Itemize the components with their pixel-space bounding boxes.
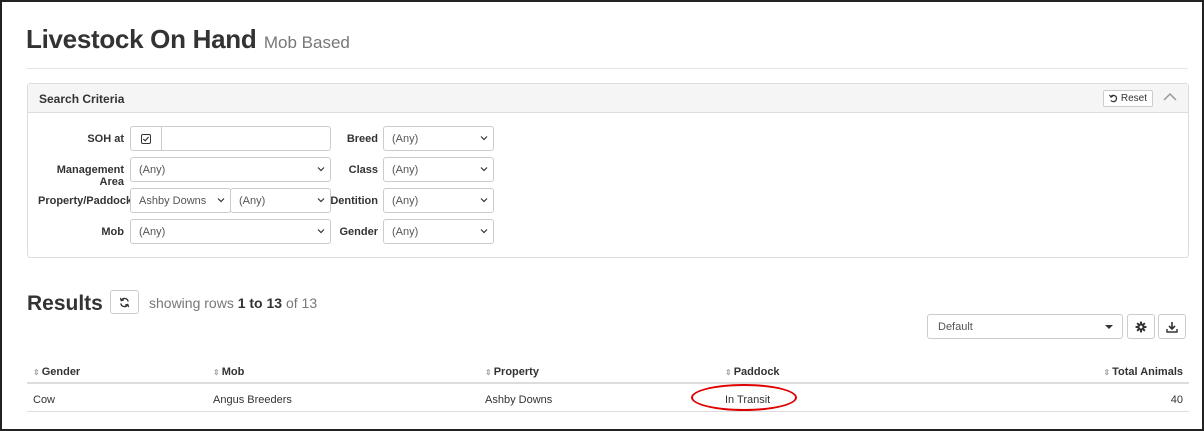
download-icon [1166,321,1178,333]
breed-label: Breed [346,133,378,145]
soh-date-group [130,126,331,151]
chevron-down-icon [217,198,225,203]
dentition-select-value: (Any) [392,195,419,207]
page-title: Livestock On Hand [26,24,257,54]
sort-icon: ⇕ [33,367,40,377]
sort-icon: ⇕ [213,367,220,377]
reset-button[interactable]: Reset [1102,90,1153,107]
dentition-label: Dentition [330,195,378,207]
rows-info-range: 1 to 13 [237,295,283,311]
gender-label: Gender [339,226,378,238]
column-header-gender[interactable]: ⇕ Gender [33,366,80,378]
column-label: Paddock [733,366,780,378]
chevron-down-icon [317,167,325,172]
cell-gender: Cow [33,394,56,406]
chevron-down-icon [317,198,325,203]
page-subtitle: Mob Based [263,33,350,52]
download-button[interactable] [1158,314,1186,339]
gender-select-value: (Any) [392,226,419,238]
class-label: Class [348,164,378,176]
dentition-select[interactable]: (Any) [383,188,494,213]
refresh-icon [119,297,130,307]
results-table-header: ⇕ Gender ⇕ Mob ⇕ Property ⇕ Paddock ⇕ Total A… [27,360,1189,384]
rows-info: showing rows 1 to 13 of 13 [149,295,317,311]
column-label: Gender [41,366,81,378]
rows-info-prefix: showing rows [149,295,234,311]
paddock-select[interactable]: (Any) [230,188,331,213]
property-paddock-label: Property/Paddock [38,195,133,207]
checkbox-icon [141,133,151,144]
paddock-select-value: (Any) [239,195,266,207]
mob-select[interactable]: (Any) [130,219,331,244]
chevron-down-icon [317,229,325,234]
mob-label: Mob [101,226,124,238]
breed-select[interactable]: (Any) [383,126,494,151]
reset-label: Reset [1120,93,1147,104]
chevron-down-icon [480,198,488,203]
management-area-label: Management Area [56,164,124,188]
chevron-down-icon [480,229,488,234]
management-area-value: (Any) [139,164,166,176]
column-header-mob[interactable]: ⇕ Mob [213,366,244,378]
column-header-paddock[interactable]: ⇕ Paddock [725,366,780,378]
page-header: Livestock On Hand Mob Based [26,24,1188,69]
column-label: Total Animals [1112,366,1183,378]
column-header-property[interactable]: ⇕ Property [485,366,539,378]
property-select-value: Ashby Downs [139,195,207,207]
undo-icon [1108,94,1117,103]
caret-down-icon [1105,325,1113,329]
search-criteria-title: Search Criteria [39,92,125,106]
table-row[interactable]: Cow Angus Breeders Ashby Downs In Transi… [27,386,1189,412]
sort-icon: ⇕ [725,367,732,377]
breed-select-value: (Any) [392,133,419,145]
soh-date-toggle[interactable] [131,127,162,150]
chevron-down-icon [480,167,488,172]
cell-mob: Angus Breeders [213,394,292,406]
chevron-down-icon [480,136,488,141]
settings-button[interactable] [1127,314,1155,339]
chevron-up-icon[interactable] [1163,92,1177,102]
sort-icon: ⇕ [1103,367,1111,377]
cell-total-animals: 40 [1170,394,1183,406]
class-select-value: (Any) [392,164,419,176]
management-area-select[interactable]: (Any) [130,157,331,182]
refresh-button[interactable] [110,290,139,314]
gender-select[interactable]: (Any) [383,219,494,244]
cell-property: Ashby Downs [485,394,553,406]
class-select[interactable]: (Any) [383,157,494,182]
view-select-value: Default [938,321,973,333]
search-criteria-panel: Search Criteria Reset SOH at Breed (Any)… [27,83,1189,258]
results-title: Results [27,292,103,315]
mob-select-value: (Any) [139,226,166,238]
search-criteria-heading[interactable]: Search Criteria Reset [28,84,1188,113]
highlight-annotation [691,384,797,411]
sort-icon: ⇕ [485,367,492,377]
view-select[interactable]: Default [927,314,1123,339]
app-frame: Livestock On Hand Mob Based Search Crite… [0,0,1204,431]
soh-at-label: SOH at [87,133,124,145]
property-select[interactable]: Ashby Downs [130,188,231,213]
gear-icon [1135,321,1147,332]
rows-info-total: of 13 [285,295,318,311]
column-label: Mob [221,366,245,378]
column-header-total-animals[interactable]: ⇕ Total Animals [1103,366,1183,378]
column-label: Property [493,366,539,378]
